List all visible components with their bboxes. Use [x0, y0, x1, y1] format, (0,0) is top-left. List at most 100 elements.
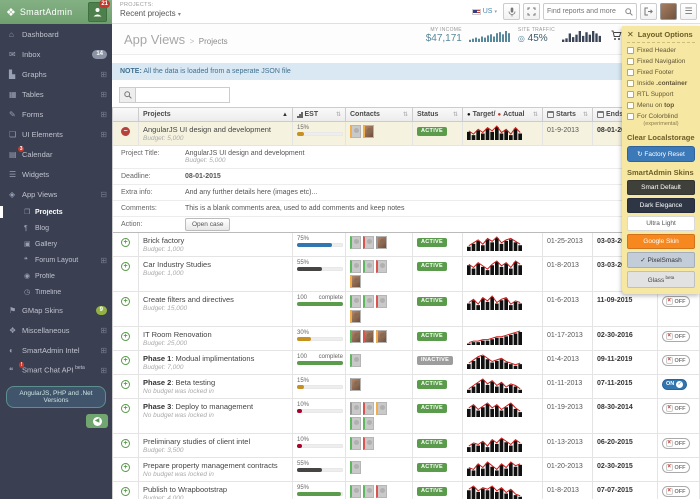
contact-avatar[interactable] [376, 402, 387, 415]
logout-button[interactable] [640, 3, 657, 20]
versions-button[interactable]: AngularJS, PHP and .Net Versions [6, 386, 106, 408]
expand-icon[interactable]: ⊞ [100, 70, 107, 79]
sidebar-item-forms[interactable]: ✎Forms⊞ [0, 104, 112, 124]
contact-avatar[interactable] [376, 260, 387, 273]
sidebar-item-inbox[interactable]: ✉Inbox14 [0, 44, 112, 64]
column-header-starts[interactable]: Starts⇅ [543, 108, 593, 121]
row-toggle[interactable]: ×OFF [662, 403, 690, 414]
voice-command-button[interactable] [503, 3, 520, 20]
skin-button-dark-elegance[interactable]: Dark Elegance [627, 198, 695, 213]
expand-row-icon[interactable]: + [121, 463, 130, 472]
sidebar-item-gmap-skins[interactable]: ⚑GMap Skins9 [0, 300, 112, 320]
expand-row-icon[interactable]: + [121, 356, 130, 365]
project-selector[interactable]: Recent projects ▾ [120, 9, 181, 18]
sidebar-item-ui-elements[interactable]: ❏UI Elements⊞ [0, 124, 112, 144]
sidebar-item-app-views[interactable]: ◈App Views⊟ [0, 184, 112, 204]
contact-avatar[interactable] [350, 417, 361, 430]
cart-icon[interactable] [611, 30, 622, 41]
checkbox[interactable] [627, 69, 634, 76]
row-toggle[interactable]: ×OFF [662, 438, 690, 449]
expand-icon[interactable]: ⊞ [100, 130, 107, 139]
sidebar-item-dashboard[interactable]: ⌂Dashboard [0, 24, 112, 44]
checkbox[interactable] [627, 113, 634, 120]
sidebar-item-graphs[interactable]: ▙Graphs⊞ [0, 64, 112, 84]
table-search-input[interactable] [135, 87, 230, 103]
expand-row-icon[interactable]: + [121, 380, 130, 389]
language-selector[interactable]: US▾ [472, 8, 497, 15]
column-header-est[interactable]: EST⇅ [293, 108, 346, 121]
user-avatar[interactable] [660, 3, 677, 20]
checkbox[interactable] [627, 58, 634, 65]
contact-avatar[interactable] [376, 330, 387, 343]
expand-icon[interactable]: ⊞ [100, 346, 107, 355]
skin-button-google-skin[interactable]: Google Skin [627, 234, 695, 249]
column-header-target-actual[interactable]: ●Target/●Actual⇅ [463, 108, 543, 121]
sidebar-item-forum-layout[interactable]: ❝Forum Layout⊞ [0, 252, 112, 268]
layout-option-rtl-support[interactable]: RTL Support [627, 91, 695, 98]
sidebar-item-calendar[interactable]: ▤3Calendar [0, 144, 112, 164]
collapse-icon[interactable]: ⊟ [100, 190, 107, 199]
expand-row-icon[interactable]: + [121, 404, 130, 413]
expand-icon[interactable]: ⊞ [100, 366, 107, 375]
layout-option-fixed-header[interactable]: Fixed Header [627, 47, 695, 54]
contact-avatar[interactable] [350, 260, 361, 273]
row-toggle[interactable]: ×OFF [662, 486, 690, 497]
contact-avatar[interactable] [363, 485, 374, 498]
expand-row-icon[interactable]: + [121, 332, 130, 341]
column-header-contacts[interactable]: Contacts⇅ [346, 108, 413, 121]
contact-avatar[interactable] [350, 402, 361, 415]
close-icon[interactable]: ✕ [627, 30, 634, 39]
sidebar-item-projects[interactable]: ❐Projects [0, 204, 112, 220]
expand-row-icon[interactable]: + [121, 238, 130, 247]
expand-icon[interactable]: ⊞ [100, 326, 107, 335]
contact-avatar[interactable] [350, 295, 361, 308]
contact-avatar[interactable] [363, 295, 374, 308]
fullscreen-button[interactable] [523, 3, 540, 20]
contact-avatar[interactable] [363, 437, 374, 450]
contact-avatar[interactable] [376, 485, 387, 498]
row-toggle[interactable]: ×OFF [662, 462, 690, 473]
contact-avatar[interactable] [363, 330, 374, 343]
row-toggle[interactable]: ×OFF [662, 296, 690, 307]
contact-avatar[interactable] [350, 125, 361, 138]
contact-avatar[interactable] [376, 295, 387, 308]
expand-row-icon[interactable]: + [121, 262, 130, 271]
minify-menu-button[interactable]: ◀ [86, 414, 108, 428]
skin-button-glass[interactable]: Glass beta [627, 271, 695, 288]
contact-avatar[interactable] [363, 402, 374, 415]
sidebar-item-smartadmin-intel[interactable]: ◐SmartAdmin Intel⊞ [0, 340, 112, 360]
contact-avatar[interactable] [350, 310, 361, 323]
skin-button-pixelsmash[interactable]: ✓ PixelSmash [627, 252, 695, 268]
contact-avatar[interactable] [363, 417, 374, 430]
contact-avatar[interactable] [363, 125, 374, 138]
factory-reset-button[interactable]: ↻ Factory Reset [627, 146, 695, 162]
sidebar-item-profile[interactable]: ◉Profile [0, 268, 112, 284]
contact-avatar[interactable] [350, 275, 361, 288]
layout-option-for-colorblind[interactable]: For Colorblind [627, 113, 695, 120]
contact-avatar[interactable] [350, 354, 361, 367]
layout-option-fixed-navigation[interactable]: Fixed Navigation [627, 58, 695, 65]
collapse-row-icon[interactable]: − [121, 127, 130, 136]
sidebar-item-gallery[interactable]: ▣Gallery [0, 236, 112, 252]
expand-icon[interactable]: ⊞ [100, 110, 107, 119]
sidebar-item-miscellaneous[interactable]: ❖Miscellaneous⊞ [0, 320, 112, 340]
skin-button-ultra-light[interactable]: Ultra Light [627, 216, 695, 231]
expand-icon[interactable]: ⊞ [100, 90, 107, 99]
contact-avatar[interactable] [363, 260, 374, 273]
open-case-button[interactable]: Open case [185, 218, 230, 231]
menu-button[interactable]: ☰ [680, 3, 697, 20]
column-header-projects[interactable]: Projects▲ [139, 108, 293, 121]
layout-option-fixed-footer[interactable]: Fixed Footer [627, 69, 695, 76]
contact-avatar[interactable] [363, 236, 374, 249]
row-toggle[interactable]: ×OFF [662, 355, 690, 366]
sidebar-item-smart-chat-api[interactable]: ❝!Smart Chat API beta⊞ [0, 360, 112, 380]
expand-icon[interactable]: ⊞ [100, 256, 107, 265]
contact-avatar[interactable] [350, 378, 361, 391]
column-header-status[interactable]: Status⇅ [413, 108, 463, 121]
contact-avatar[interactable] [376, 236, 387, 249]
checkbox[interactable] [627, 80, 634, 87]
layout-option-inside[interactable]: Inside .container [627, 80, 695, 87]
sidebar-item-tables[interactable]: ▦Tables⊞ [0, 84, 112, 104]
checkbox[interactable] [627, 102, 634, 109]
checkbox[interactable] [627, 91, 634, 98]
